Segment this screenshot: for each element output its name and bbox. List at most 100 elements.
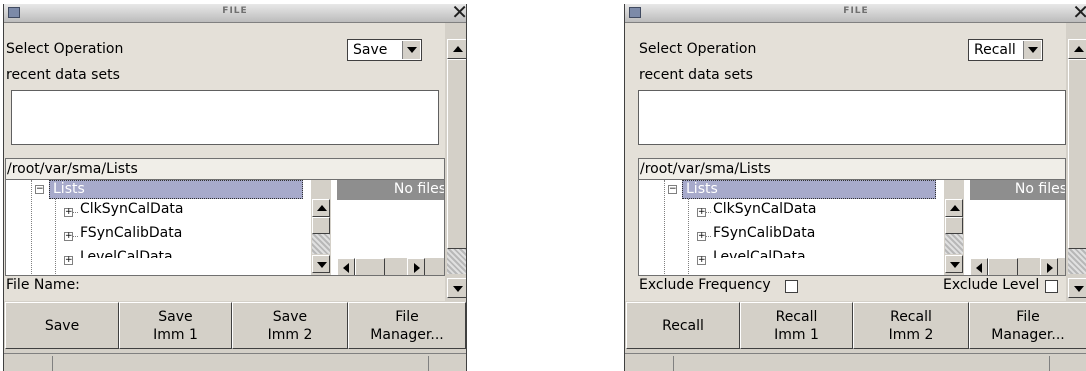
exclude-frequency-checkbox[interactable] [785, 280, 798, 293]
collapse-icon[interactable]: − [668, 185, 677, 194]
scroll-down-button[interactable] [447, 278, 466, 298]
collapse-icon[interactable]: − [35, 185, 44, 194]
scroll-thumb[interactable] [945, 217, 963, 234]
tree-node-levelcaldata[interactable]: LevelCalData [80, 249, 173, 258]
status-separator [52, 356, 53, 371]
scroll-up-button[interactable] [945, 199, 963, 217]
file-name-label: File Name: [6, 277, 80, 293]
files-list[interactable]: No files [337, 180, 444, 275]
tree-node-clksyncaldata[interactable]: ClkSynCalData [713, 201, 817, 217]
scroll-thumb[interactable] [1068, 59, 1086, 249]
files-hscrollbar[interactable] [970, 258, 1065, 275]
recall-button[interactable]: Recall [626, 302, 740, 349]
dropdown-button[interactable] [1023, 41, 1041, 59]
scroll-down-button[interactable] [312, 255, 330, 273]
file-manager-button[interactable]: File Manager... [348, 302, 466, 349]
arrow-right-icon [414, 263, 420, 273]
arrow-up-icon [453, 46, 463, 52]
scroll-track[interactable] [945, 234, 963, 254]
scroll-down-button[interactable] [1068, 278, 1086, 298]
status-bar [625, 353, 1086, 371]
dialog-scrollbar[interactable] [1066, 23, 1086, 301]
scroll-up-button[interactable] [447, 39, 466, 59]
files-list[interactable]: No files [970, 180, 1065, 275]
scroll-down-button[interactable] [945, 255, 963, 273]
tree-node-lists[interactable]: Lists [682, 180, 936, 199]
directory-tree[interactable]: − Lists + ClkSynCalData + FSynCalibData … [6, 180, 331, 275]
tree-node-clksyncaldata[interactable]: ClkSynCalData [80, 201, 184, 217]
dialog-content: Select Operation Recall recent data sets… [625, 23, 1066, 301]
recent-data-sets-label: recent data sets [639, 67, 753, 83]
tree-line [31, 180, 32, 275]
arrow-up-icon [317, 205, 327, 211]
tree-line [664, 180, 665, 275]
scroll-thumb[interactable] [312, 217, 330, 234]
status-bar [4, 353, 466, 371]
arrow-up-icon [950, 205, 960, 211]
operation-value: Recall [974, 42, 1016, 58]
scroll-thumb[interactable] [355, 258, 385, 275]
expand-icon[interactable]: + [64, 256, 73, 265]
arrow-left-icon [976, 263, 982, 273]
exclude-frequency-label: Exclude Frequency [639, 277, 771, 293]
scroll-left-button[interactable] [970, 258, 988, 275]
file-browser: − Lists + ClkSynCalData + FSynCalibData … [5, 180, 445, 276]
save-button[interactable]: Save [5, 302, 119, 349]
file-browser: − Lists + ClkSynCalData + FSynCalibData … [638, 180, 1066, 276]
recall-imm-1-button[interactable]: Recall Imm 1 [740, 302, 853, 349]
tree-node-levelcaldata[interactable]: LevelCalData [713, 249, 806, 258]
operation-value: Save [353, 42, 388, 58]
dialog-content: Select Operation Save recent data sets /… [4, 23, 445, 301]
chevron-down-icon [1028, 47, 1038, 53]
scroll-thumb[interactable] [447, 59, 466, 249]
tree-line [55, 190, 56, 275]
scroll-track[interactable] [447, 249, 466, 274]
recent-data-sets-list[interactable] [638, 90, 1066, 145]
select-operation-label: Select Operation [6, 41, 124, 57]
tree-line [705, 236, 711, 237]
scroll-track[interactable] [1068, 249, 1086, 274]
scroll-track[interactable] [312, 234, 330, 254]
file-dialog-save: FILE ✕ Select Operation Save recent data… [3, 4, 467, 371]
tree-line [72, 236, 78, 237]
operation-select[interactable]: Recall [968, 39, 1043, 61]
close-icon[interactable]: ✕ [451, 4, 466, 22]
tree-node-fsyncalibdata[interactable]: FSynCalibData [713, 225, 815, 241]
tree-line [72, 212, 78, 213]
arrow-up-icon [1074, 46, 1084, 52]
scroll-up-button[interactable] [312, 199, 330, 217]
files-header: No files [337, 180, 444, 200]
recall-imm-2-button[interactable]: Recall Imm 2 [853, 302, 969, 349]
exclude-level-checkbox[interactable] [1045, 280, 1058, 293]
arrow-right-icon [1047, 263, 1053, 273]
tree-line [705, 212, 711, 213]
scroll-up-button[interactable] [1068, 39, 1086, 59]
status-separator [673, 356, 674, 371]
dialog-scrollbar[interactable] [445, 23, 466, 301]
recent-data-sets-list[interactable] [11, 90, 439, 145]
directory-tree[interactable]: − Lists + ClkSynCalData + FSynCalibData … [639, 180, 964, 275]
save-imm-1-button[interactable]: Save Imm 1 [119, 302, 232, 349]
save-imm-2-button[interactable]: Save Imm 2 [232, 302, 348, 349]
file-dialog-recall: FILE ✕ Select Operation Recall recent da… [624, 4, 1086, 371]
scroll-right-button[interactable] [407, 258, 425, 275]
button-bar: Save Save Imm 1 Save Imm 2 File Manager.… [4, 301, 466, 351]
tree-node-fsyncalibdata[interactable]: FSynCalibData [80, 225, 182, 241]
scroll-left-button[interactable] [337, 258, 355, 275]
operation-select[interactable]: Save [347, 39, 422, 61]
dropdown-button[interactable] [402, 41, 420, 59]
dialog-title: FILE [843, 6, 869, 16]
expand-icon[interactable]: + [697, 256, 706, 265]
scroll-right-button[interactable] [1040, 258, 1058, 275]
arrow-down-icon [950, 262, 960, 268]
tree-node-lists[interactable]: Lists [49, 180, 303, 199]
recent-data-sets-label: recent data sets [6, 67, 120, 83]
arrow-down-icon [453, 286, 463, 292]
scroll-thumb[interactable] [988, 258, 1018, 275]
files-hscrollbar[interactable] [337, 258, 444, 275]
close-icon[interactable]: ✕ [1072, 4, 1086, 22]
tree-scrollbar[interactable] [311, 180, 331, 275]
tree-scrollbar[interactable] [944, 180, 964, 275]
file-manager-button[interactable]: File Manager... [969, 302, 1086, 349]
button-bar: Recall Recall Imm 1 Recall Imm 2 File Ma… [625, 301, 1086, 351]
